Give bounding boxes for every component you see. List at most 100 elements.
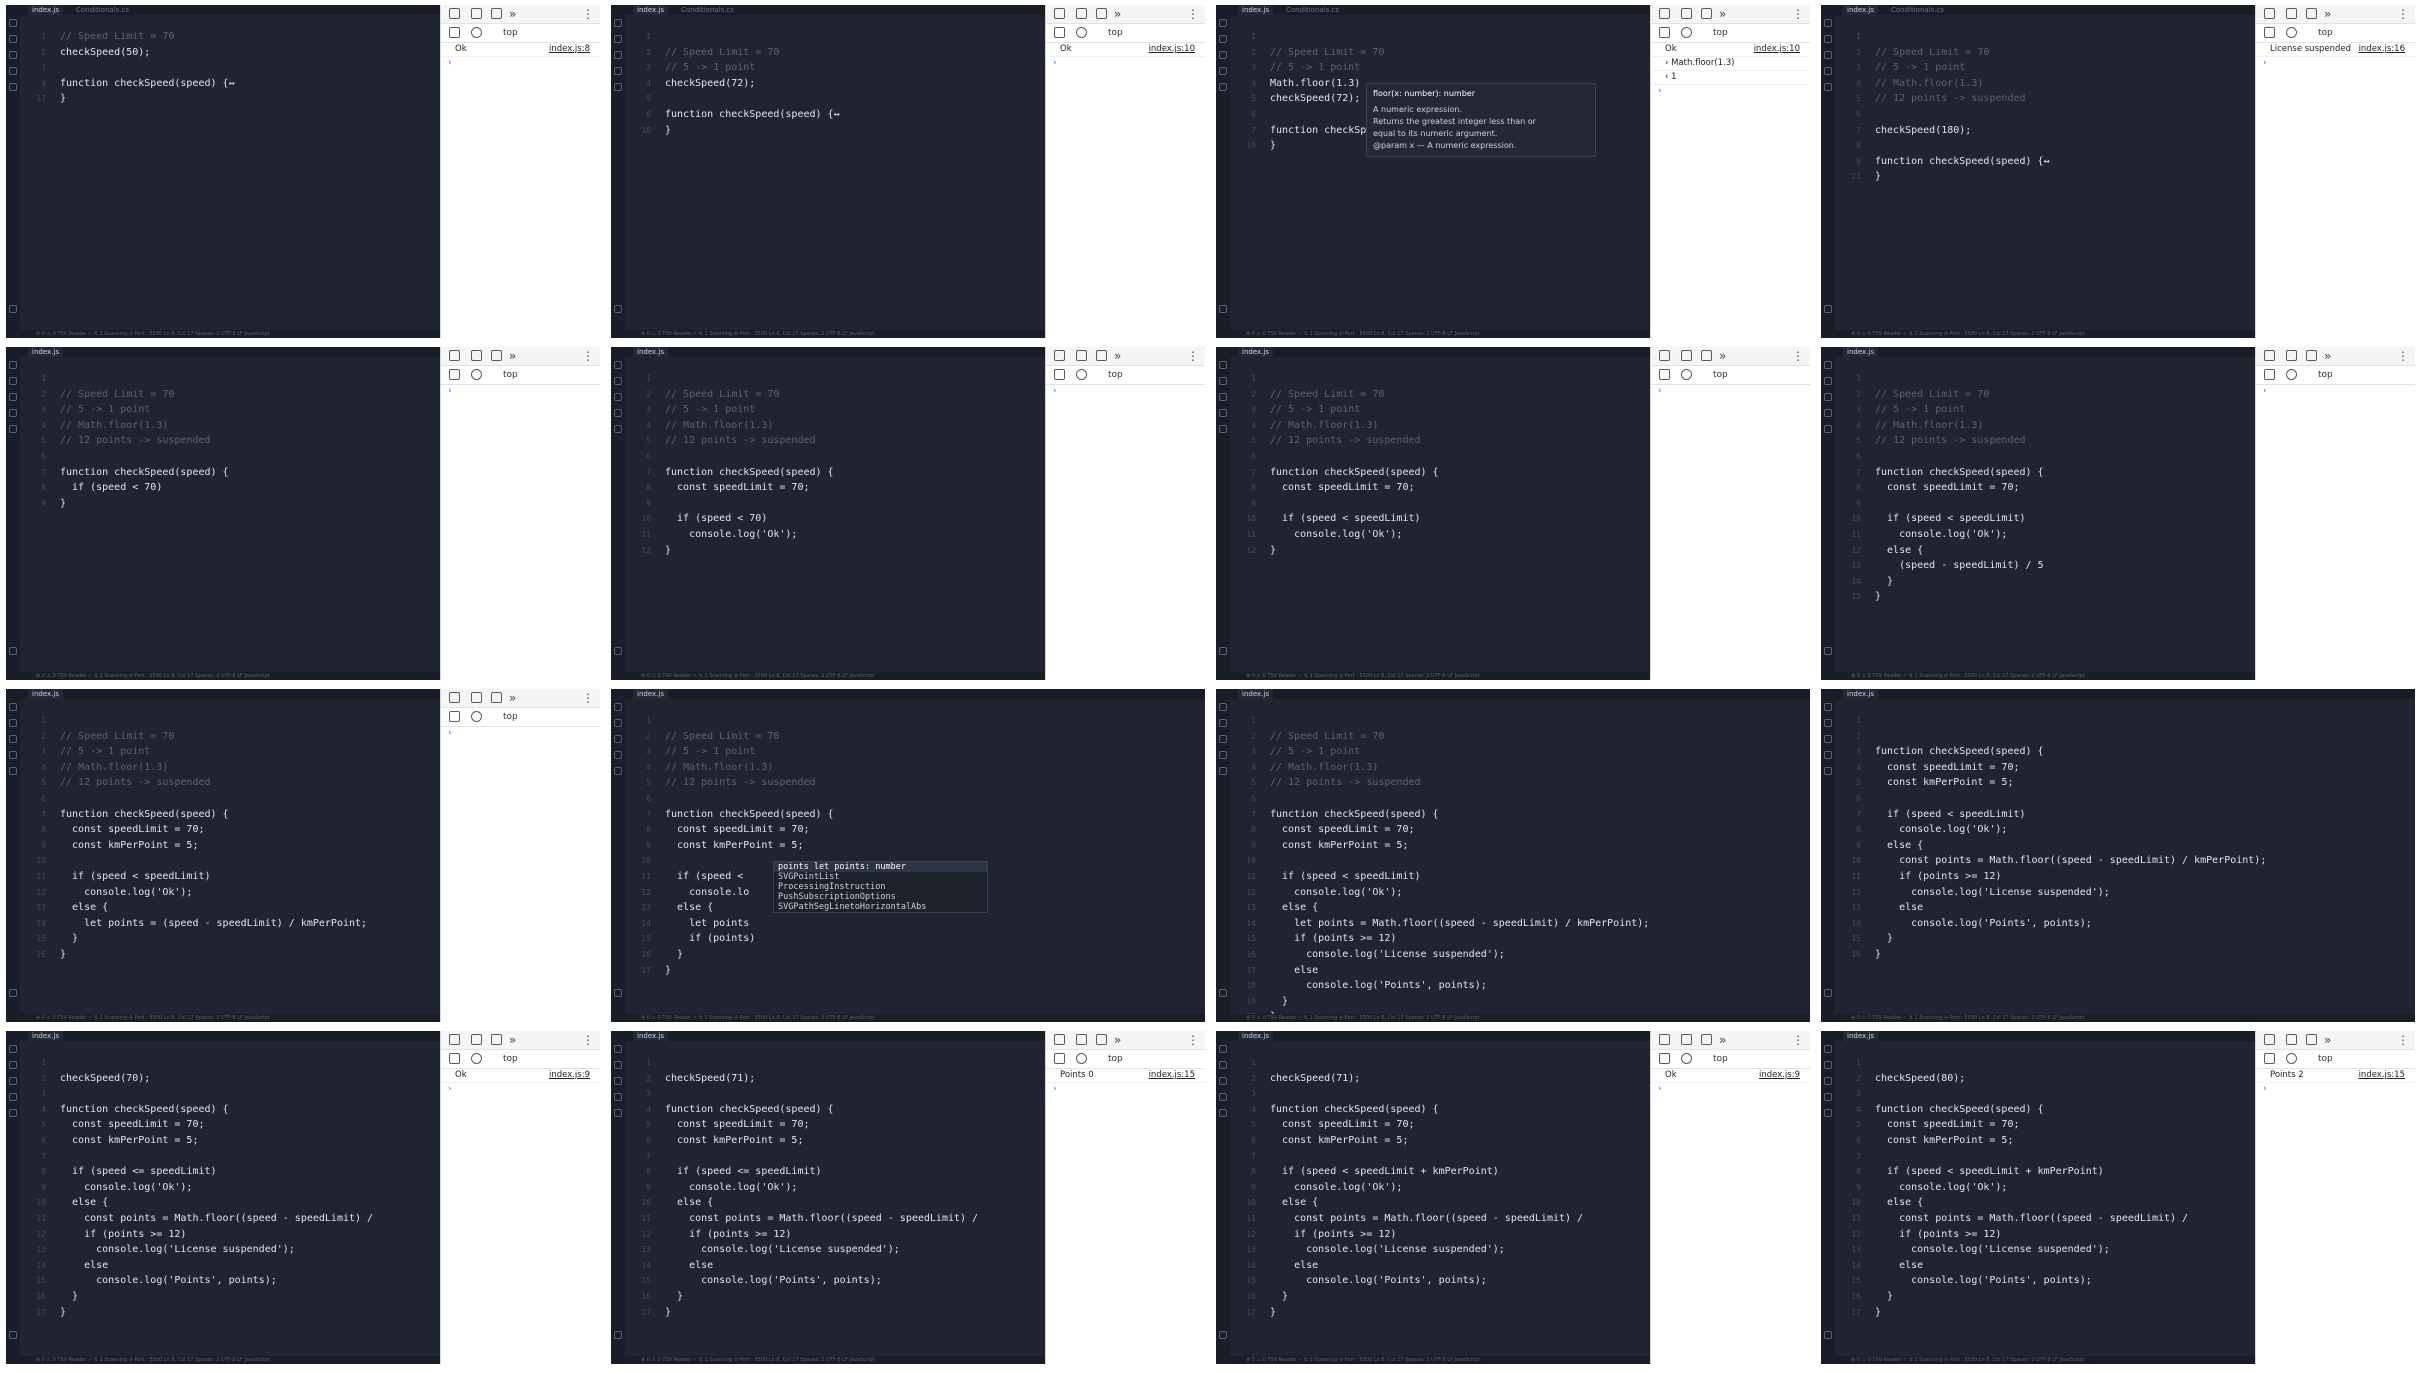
tab-index-js[interactable]: index.js [28,347,63,357]
devtools-menu-icon[interactable]: ⋮ [1187,1031,1199,1049]
debug-icon[interactable] [9,1093,17,1101]
extensions-icon[interactable] [614,83,622,91]
code-editor[interactable]: index.js Conditionals.cs 1 2 // Speed Limit … [1216,5,1650,338]
settings-gear-icon[interactable] [1824,305,1832,313]
extensions-icon[interactable] [1824,767,1832,775]
dock-icon[interactable] [2306,8,2317,19]
source-control-icon[interactable] [1824,51,1832,59]
explorer-icon[interactable] [9,19,17,27]
code-editor[interactable]: index.js 1 2 checkSpeed(70); 3 4 function chec… [6,1031,440,1364]
inspect-icon[interactable] [2264,8,2275,19]
source-control-icon[interactable] [1824,393,1832,401]
dock-icon[interactable] [1096,1034,1107,1045]
console-source-link[interactable]: index.js:8 [549,43,590,56]
settings-gear-icon[interactable] [1219,1331,1227,1339]
search-icon[interactable] [1824,719,1832,727]
source-control-icon[interactable] [1824,1077,1832,1085]
extensions-icon[interactable] [9,425,17,433]
code-editor[interactable]: index.js 1 2 checkSpeed(80); 3 4 function chec… [1821,1031,2255,1364]
debug-icon[interactable] [1824,751,1832,759]
devtools-menu-icon[interactable]: ⋮ [2397,1031,2409,1049]
code-editor[interactable]: index.js Conditionals.cs 1 2 // Speed Limit … [611,5,1045,338]
devtools-menu-icon[interactable]: ⋮ [1187,347,1199,365]
search-icon[interactable] [1219,1061,1227,1069]
settings-gear-icon[interactable] [1219,305,1227,313]
context-selector[interactable]: top [1108,24,1123,42]
explorer-icon[interactable] [1219,703,1227,711]
tab-index-js[interactable]: index.js [1843,5,1878,15]
console-prompt[interactable]: › [1046,385,1205,397]
context-selector[interactable]: top [1713,366,1728,384]
sidebar-toggle-icon[interactable] [1054,369,1065,380]
more-panels-icon[interactable]: » [1719,5,1726,23]
dock-icon[interactable] [491,1034,502,1045]
tab-index-js[interactable]: index.js [1843,347,1878,357]
console-source-link[interactable]: index.js:15 [1149,1069,1195,1082]
explorer-icon[interactable] [614,19,622,27]
more-panels-icon[interactable]: » [509,5,516,23]
search-icon[interactable] [1219,377,1227,385]
debug-icon[interactable] [9,67,17,75]
explorer-icon[interactable] [9,361,17,369]
dock-icon[interactable] [491,8,502,19]
debug-icon[interactable] [1824,67,1832,75]
console-prompt[interactable]: › [1046,57,1205,69]
device-toggle-icon[interactable] [471,350,482,361]
dock-icon[interactable] [2306,350,2317,361]
clear-console-icon[interactable] [1681,369,1692,380]
tab-conditionals-cs[interactable]: Conditionals.cs [677,5,738,15]
code-editor[interactable]: index.js 1 2// Speed Limit = 70 3// 5 -> 1 … [1216,689,1810,1022]
more-panels-icon[interactable]: » [2324,347,2331,365]
more-panels-icon[interactable]: » [509,689,516,707]
console-prompt[interactable]: › [2256,385,2415,397]
settings-gear-icon[interactable] [9,647,17,655]
console-prompt[interactable]: › [1651,85,1810,97]
clear-console-icon[interactable] [2286,27,2297,38]
debug-icon[interactable] [1824,1093,1832,1101]
search-icon[interactable] [9,1061,17,1069]
search-icon[interactable] [1219,719,1227,727]
settings-gear-icon[interactable] [614,647,622,655]
more-panels-icon[interactable]: » [2324,5,2331,23]
explorer-icon[interactable] [1219,19,1227,27]
sidebar-toggle-icon[interactable] [449,369,460,380]
devtools-menu-icon[interactable]: ⋮ [582,1031,594,1049]
search-icon[interactable] [9,35,17,43]
search-icon[interactable] [1219,35,1227,43]
tab-index-js[interactable]: index.js [1238,1031,1273,1041]
clear-console-icon[interactable] [471,711,482,722]
tab-index-js[interactable]: index.js [1238,5,1273,15]
tab-index-js[interactable]: index.js [633,5,668,15]
devtools-menu-icon[interactable]: ⋮ [1792,347,1804,365]
device-toggle-icon[interactable] [1076,8,1087,19]
clear-console-icon[interactable] [2286,1053,2297,1064]
settings-gear-icon[interactable] [614,305,622,313]
clear-console-icon[interactable] [2286,369,2297,380]
more-panels-icon[interactable]: » [509,347,516,365]
device-toggle-icon[interactable] [471,692,482,703]
dock-icon[interactable] [1096,8,1107,19]
search-icon[interactable] [614,35,622,43]
devtools-menu-icon[interactable]: ⋮ [582,5,594,23]
extensions-icon[interactable] [1219,83,1227,91]
tab-index-js[interactable]: index.js [1843,1031,1878,1041]
context-selector[interactable]: top [503,24,518,42]
extensions-icon[interactable] [1219,425,1227,433]
source-control-icon[interactable] [1219,51,1227,59]
device-toggle-icon[interactable] [2286,1034,2297,1045]
context-selector[interactable]: top [1713,1050,1728,1068]
more-panels-icon[interactable]: » [509,1031,516,1049]
more-panels-icon[interactable]: » [1114,347,1121,365]
settings-gear-icon[interactable] [1219,989,1227,997]
clear-console-icon[interactable] [1076,27,1087,38]
tab-index-js[interactable]: index.js [28,1031,63,1041]
inspect-icon[interactable] [449,8,460,19]
device-toggle-icon[interactable] [1076,350,1087,361]
context-selector[interactable]: top [503,708,518,726]
context-selector[interactable]: top [2318,366,2333,384]
clear-console-icon[interactable] [471,27,482,38]
console-prompt[interactable]: › [441,1083,600,1095]
source-control-icon[interactable] [1219,1077,1227,1085]
context-selector[interactable]: top [1108,1050,1123,1068]
tab-index-js[interactable]: index.js [633,1031,668,1041]
